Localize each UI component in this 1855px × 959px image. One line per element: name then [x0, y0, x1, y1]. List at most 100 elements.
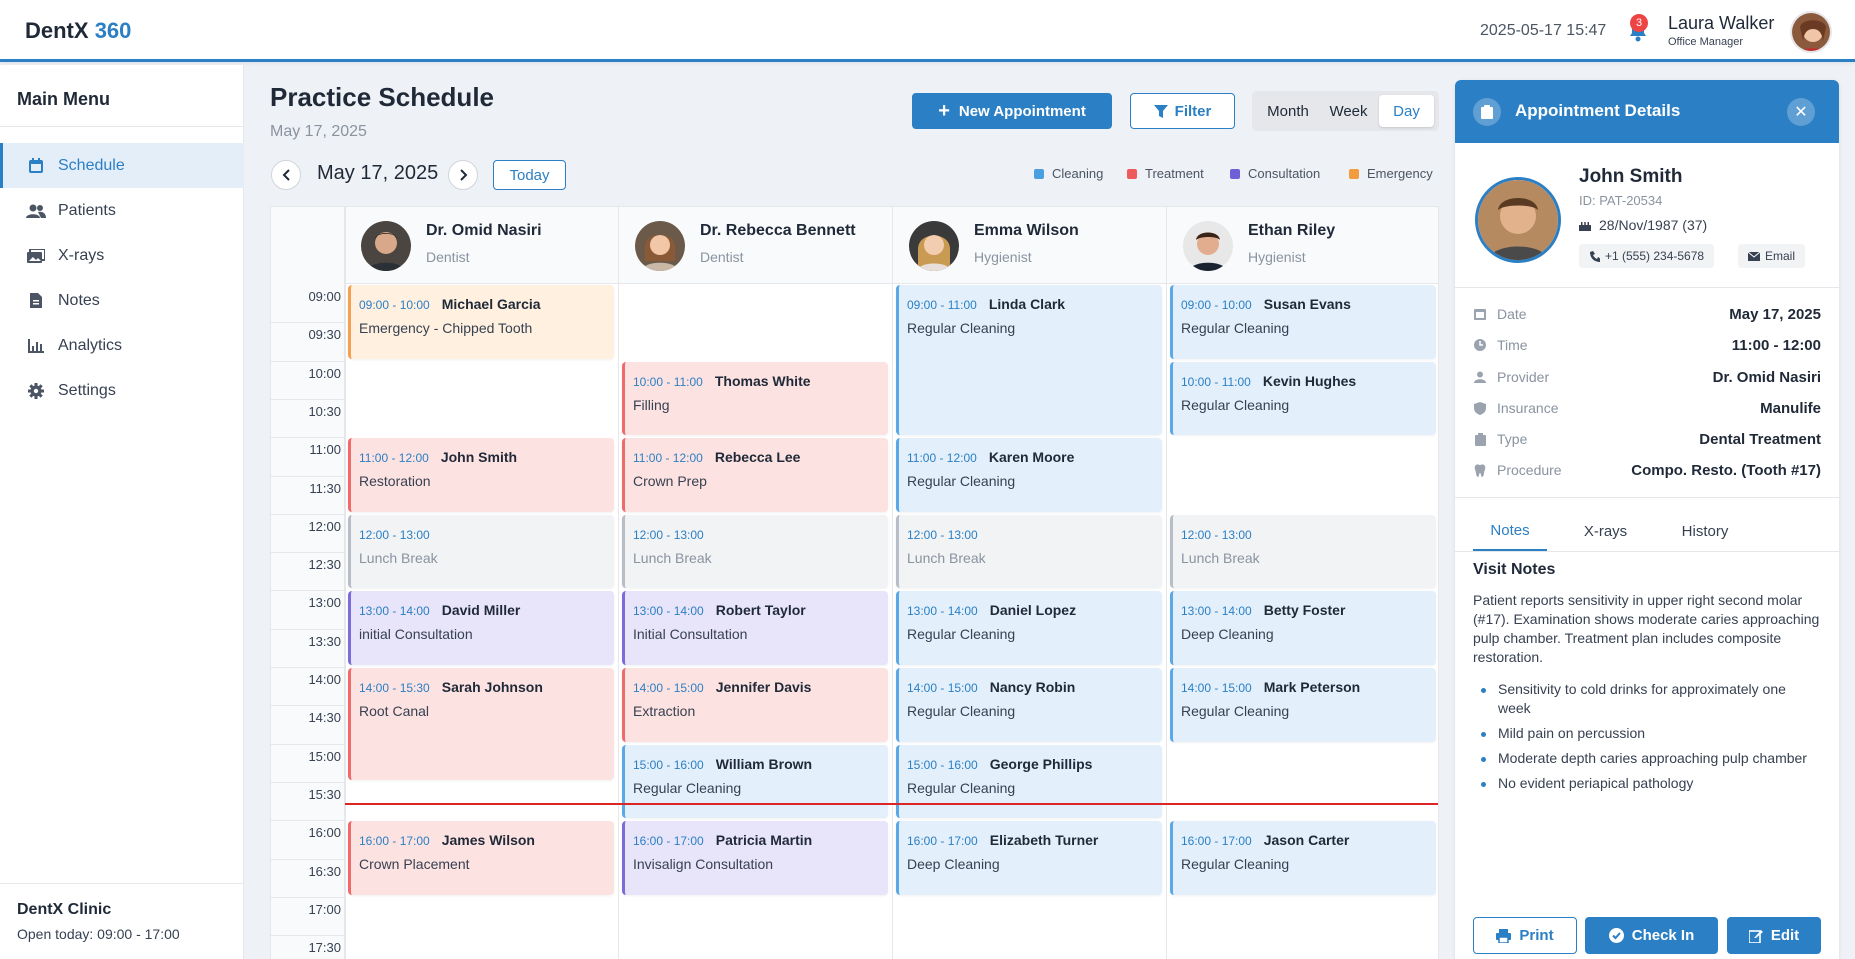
user-avatar[interactable] — [1790, 11, 1832, 53]
legend-emergency: Emergency — [1349, 166, 1433, 181]
appointment-card[interactable]: 11:00 - 12:00 Rebecca Lee Crown Prep — [622, 438, 888, 512]
sidebar-item-analytics[interactable]: Analytics — [0, 323, 244, 368]
new-appointment-button[interactable]: + New Appointment — [912, 93, 1112, 129]
sidebar-item-schedule[interactable]: Schedule — [0, 143, 244, 188]
lunch-break-block[interactable]: 12:00 - 13:00 Lunch Break — [348, 514, 614, 589]
provider-header[interactable]: Ethan Riley Hygienist — [1167, 207, 1438, 284]
sidebar-item-label: Analytics — [58, 336, 123, 354]
provider-header[interactable]: Dr. Omid Nasiri Dentist — [345, 207, 618, 284]
user-name[interactable]: Laura Walker — [1668, 13, 1774, 34]
appointment-card[interactable]: 14:00 - 15:00 Jennifer Davis Extraction — [622, 668, 888, 742]
provider-header[interactable]: Emma Wilson Hygienist — [893, 207, 1166, 284]
appointment-card[interactable]: 14:00 - 15:00 Nancy Robin Regular Cleaning — [896, 668, 1162, 742]
list-item: Mild pain on percussion — [1481, 724, 1821, 743]
view-week-button[interactable]: Week — [1320, 95, 1377, 127]
provider-header[interactable]: Dr. Rebecca Bennett Dentist — [619, 207, 892, 284]
appointment-time: 09:00 - 11:00 — [907, 298, 977, 312]
appointment-card[interactable]: 13:00 - 14:00 Betty Foster Deep Cleaning — [1170, 591, 1436, 665]
today-button[interactable]: Today — [493, 160, 566, 190]
appointment-procedure: Regular Cleaning — [633, 779, 742, 796]
legend-cleaning: Cleaning — [1034, 166, 1103, 181]
print-button[interactable]: Print — [1473, 917, 1577, 954]
time-label: 10:30 — [308, 403, 341, 419]
panel-title: Appointment Details — [1515, 101, 1681, 120]
detail-label: Provider — [1497, 369, 1550, 385]
sidebar-item-label: Notes — [58, 291, 100, 309]
detail-row-time: Time 11:00 - 12:00 — [1473, 335, 1821, 355]
view-month-button[interactable]: Month — [1257, 95, 1319, 127]
appointment-procedure: Regular Cleaning — [1181, 703, 1290, 719]
appointment-procedure: Filling — [633, 396, 670, 413]
filter-button[interactable]: Filter — [1130, 93, 1235, 129]
sidebar-item-xrays[interactable]: X-rays — [0, 233, 244, 278]
appointment-card[interactable]: 13:00 - 14:00 Daniel Lopez Regular Cleanin… — [896, 591, 1162, 665]
appointment-time: 12:00 - 13:00 — [1181, 527, 1252, 542]
appointment-card[interactable]: 09:00 - 10:00 Michael Garcia Emergency - C… — [348, 285, 614, 359]
appointment-card[interactable]: 13:00 - 14:00 David Miller initial Consult… — [348, 591, 614, 665]
phone-chip[interactable]: +1 (555) 234-5678 — [1579, 244, 1715, 268]
edit-icon — [1748, 929, 1763, 943]
next-day-button[interactable] — [448, 160, 478, 190]
appointment-card[interactable]: 11:00 - 12:00 Karen Moore Regular Cleaning — [896, 438, 1162, 512]
images-icon — [26, 247, 46, 265]
appointment-card[interactable]: 10:00 - 11:00 Kevin Hughes Regular Cleanin… — [1170, 361, 1436, 436]
check-in-button[interactable]: Check In — [1585, 917, 1718, 954]
email-chip[interactable]: Email — [1738, 244, 1806, 268]
appointment-card[interactable]: 11:00 - 12:00 John Smith Restoration — [348, 438, 614, 512]
legend-swatch — [1034, 168, 1044, 179]
appointment-card[interactable]: 16:00 - 17:00 James Wilson Crown Placement — [348, 821, 614, 895]
time-gridline — [271, 743, 345, 745]
appointment-time: 14:00 - 15:30 — [359, 681, 430, 695]
patient-dob: 28/Nov/1987 (37) — [1579, 217, 1707, 233]
appointment-card[interactable]: 09:00 - 11:00 Linda Clark Regular Cleaning — [896, 285, 1162, 436]
view-day-button[interactable]: Day — [1379, 95, 1434, 127]
tab-history[interactable]: History — [1665, 511, 1745, 551]
appointment-card[interactable]: 13:00 - 14:00 Robert Taylor Initial Consul… — [622, 591, 888, 665]
appointment-procedure: Regular Cleaning — [1181, 320, 1290, 336]
appointment-card[interactable]: 15:00 - 16:00 William Brown Regular Cleani… — [622, 744, 888, 819]
app-logo[interactable]: DentX 360 — [25, 18, 131, 44]
appointment-procedure: Crown Prep — [633, 473, 707, 490]
edit-button[interactable]: Edit — [1727, 917, 1821, 954]
tab-notes[interactable]: Notes — [1473, 511, 1547, 551]
tab-xrays[interactable]: X-rays — [1568, 511, 1643, 551]
sidebar-item-patients[interactable]: Patients — [0, 188, 244, 233]
page-title: Practice Schedule — [270, 82, 494, 112]
time-label: 15:30 — [308, 786, 341, 802]
check-circle-icon — [1608, 928, 1624, 943]
sidebar-item-notes[interactable]: Notes — [0, 278, 244, 323]
appointment-procedure: Regular Cleaning — [907, 779, 1016, 796]
check-in-label: Check In — [1631, 927, 1695, 944]
appointment-patient: William Brown — [715, 755, 813, 772]
time-gridline — [271, 667, 345, 668]
list-item: Sensitivity to cold drinks for approxima… — [1481, 680, 1821, 718]
schedule-grid: 09:00 09:30 10:00 10:30 11:00 11:30 12:00 12:30… — [270, 206, 1439, 959]
filter-icon — [1153, 104, 1168, 118]
lunch-break-block[interactable]: 12:00 - 13:00 Lunch Break — [1170, 514, 1436, 589]
close-button[interactable]: ✕ — [1787, 98, 1815, 126]
appointment-card[interactable]: 09:00 - 10:00 Susan Evans Regular Cleaning — [1170, 285, 1436, 359]
appointment-card[interactable]: 16:00 - 17:00 Elizabeth Turner Deep Cleani… — [896, 821, 1162, 895]
appointment-card[interactable]: 16:00 - 17:00 Jason Carter Regular Cleanin… — [1170, 821, 1436, 895]
appointment-card[interactable]: 14:00 - 15:30 Sarah Johnson Root Canal — [348, 668, 614, 780]
appointment-patient: John Smith — [440, 449, 518, 466]
appointment-patient: Robert Taylor — [715, 602, 806, 619]
appointment-card[interactable]: 15:00 - 16:00 George Phillips Regular Clea… — [896, 744, 1162, 819]
appointment-card[interactable]: 16:00 - 17:00 Patricia Martin Invisalign C… — [622, 821, 888, 895]
appointment-procedure: Invisalign Consultation — [633, 856, 774, 873]
lunch-break-block[interactable]: 12:00 - 13:00 Lunch Break — [622, 514, 888, 589]
calendar-icon — [26, 157, 46, 175]
notes-text: Patient reports sensitivity in upper rig… — [1473, 592, 1820, 665]
detail-value: Dr. Omid Nasiri — [1712, 368, 1821, 386]
appointment-card[interactable]: 10:00 - 11:00 Thomas White Filling — [622, 361, 888, 436]
time-gridline — [271, 475, 345, 477]
lunch-break-block[interactable]: 12:00 - 13:00 Lunch Break — [896, 514, 1162, 589]
sidebar-item-settings[interactable]: Settings — [0, 368, 244, 413]
previous-day-button[interactable] — [271, 160, 301, 190]
appointment-card[interactable]: 14:00 - 15:00 Mark Peterson Regular Cleani… — [1170, 668, 1436, 742]
time-label: 14:00 — [308, 672, 341, 687]
appointment-patient: Nancy Robin — [989, 679, 1076, 695]
divider — [1455, 497, 1839, 498]
detail-row-provider: Provider Dr. Omid Nasiri — [1473, 367, 1821, 387]
top-header: DentX 360 2025-05-17 15:47 3 Laura Walke… — [0, 0, 1855, 62]
